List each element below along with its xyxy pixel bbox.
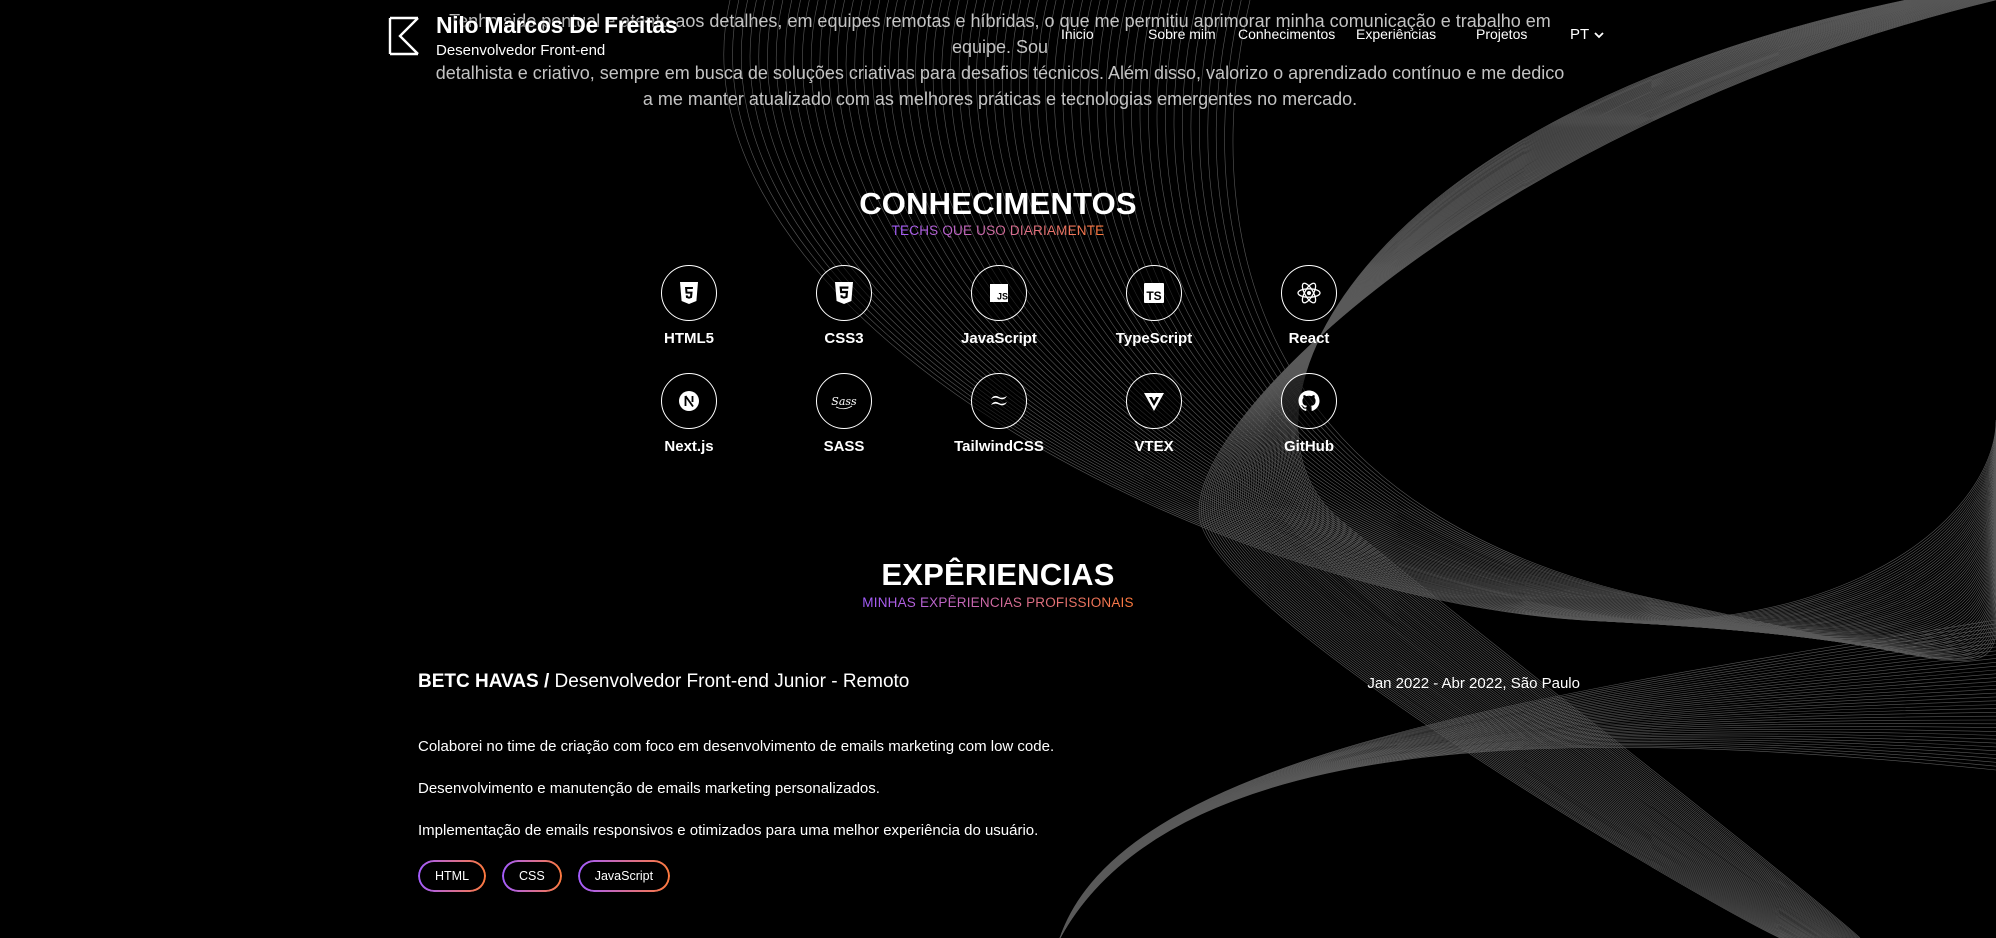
- chevron-down-icon: [1594, 31, 1604, 38]
- react-icon: [1297, 282, 1321, 304]
- skills-subtitle: TECHS QUE USO DIARIAMENTE: [891, 223, 1105, 238]
- job-heading: BETC HAVAS / Desenvolvedor Front-end Jun…: [418, 671, 909, 693]
- job-company: BETC HAVAS /: [418, 671, 550, 692]
- job-bullet: Desenvolvimento e manutenção de emails m…: [418, 780, 880, 797]
- skill-label: GitHub: [1284, 438, 1334, 455]
- experience-title: EXPÊRIENCIAS: [881, 557, 1115, 592]
- skill-vtex: VTEX: [1084, 373, 1224, 455]
- skill-label: SASS: [823, 438, 865, 455]
- skill-label: Next.js: [664, 438, 714, 455]
- job-period: Jan 2022 - Abr 2022, São Paulo: [1367, 675, 1580, 692]
- skills-title: CONHECIMENTOS: [859, 186, 1137, 221]
- typescript-icon: TS: [1144, 283, 1164, 303]
- job-position: Desenvolvedor Front-end Junior - Remoto: [554, 671, 910, 692]
- skill-label: TypeScript: [1115, 330, 1193, 347]
- nav-link-inicio[interactable]: Inicio: [1061, 26, 1094, 42]
- javascript-icon: JS: [990, 284, 1008, 302]
- nav-link-conhecimentos[interactable]: Conhecimentos: [1238, 26, 1335, 42]
- tailwind-icon: [991, 395, 1007, 406]
- svg-text:TS: TS: [1146, 289, 1161, 303]
- vtex-icon: [1144, 393, 1164, 411]
- logo-icon[interactable]: [388, 16, 422, 56]
- skill-github: GitHub: [1239, 373, 1379, 455]
- skill-typescript: TS TypeScript: [1084, 265, 1224, 347]
- css3-icon: [835, 282, 853, 304]
- nav-link-sobre-mim[interactable]: Sobre mim: [1148, 26, 1216, 42]
- brand-role: Desenvolvedor Front-end: [436, 42, 606, 59]
- skill-javascript: JS JavaScript: [929, 265, 1069, 347]
- html5-icon: [680, 282, 698, 304]
- skill-label: HTML5: [664, 330, 714, 347]
- nav-link-projetos[interactable]: Projetos: [1476, 26, 1527, 42]
- job-tags: HTML CSS JavaScript: [418, 860, 671, 892]
- job-bullet: Implementação de emails responsivos e ot…: [418, 822, 1039, 839]
- language-selector[interactable]: PT: [1570, 26, 1605, 43]
- svg-text:JS: JS: [997, 292, 1008, 302]
- skill-tailwindcss: TailwindCSS: [929, 373, 1069, 455]
- job-bullet: Colaborei no time de criação com foco em…: [418, 738, 1055, 755]
- nextjs-icon: [679, 391, 699, 411]
- tag-html: HTML: [418, 860, 487, 892]
- skill-react: React: [1239, 265, 1379, 347]
- skill-label: CSS3: [824, 330, 864, 347]
- svg-text:Sass: Sass: [831, 395, 857, 408]
- sass-icon: Sass: [831, 395, 857, 410]
- experience-subtitle: MINHAS EXPÊRIENCIAS PROFISSIONAIS: [862, 595, 1134, 610]
- skill-sass: Sass SASS: [774, 373, 914, 455]
- skill-label: VTEX: [1134, 438, 1174, 455]
- nav-link-experiencias[interactable]: Experiências: [1356, 26, 1436, 42]
- skill-html5: HTML5: [619, 265, 759, 347]
- language-label: PT: [1570, 26, 1590, 43]
- github-icon: [1298, 390, 1320, 411]
- about-line: detalhista e criativo, sempre em busca d…: [435, 63, 1565, 83]
- skill-label: TailwindCSS: [954, 438, 1044, 455]
- tag-css: CSS: [502, 860, 562, 892]
- skill-label: JavaScript: [961, 330, 1037, 347]
- tag-javascript: JavaScript: [577, 860, 671, 892]
- skill-nextjs: Next.js: [619, 373, 759, 455]
- about-line: a me manter atualizado com as melhores p…: [642, 89, 1358, 109]
- skill-css3: CSS3: [774, 265, 914, 347]
- skill-label: React: [1288, 330, 1330, 347]
- wave-background: [723, 0, 1996, 938]
- brand-name: Nilo Marcos De Freitas: [436, 12, 678, 38]
